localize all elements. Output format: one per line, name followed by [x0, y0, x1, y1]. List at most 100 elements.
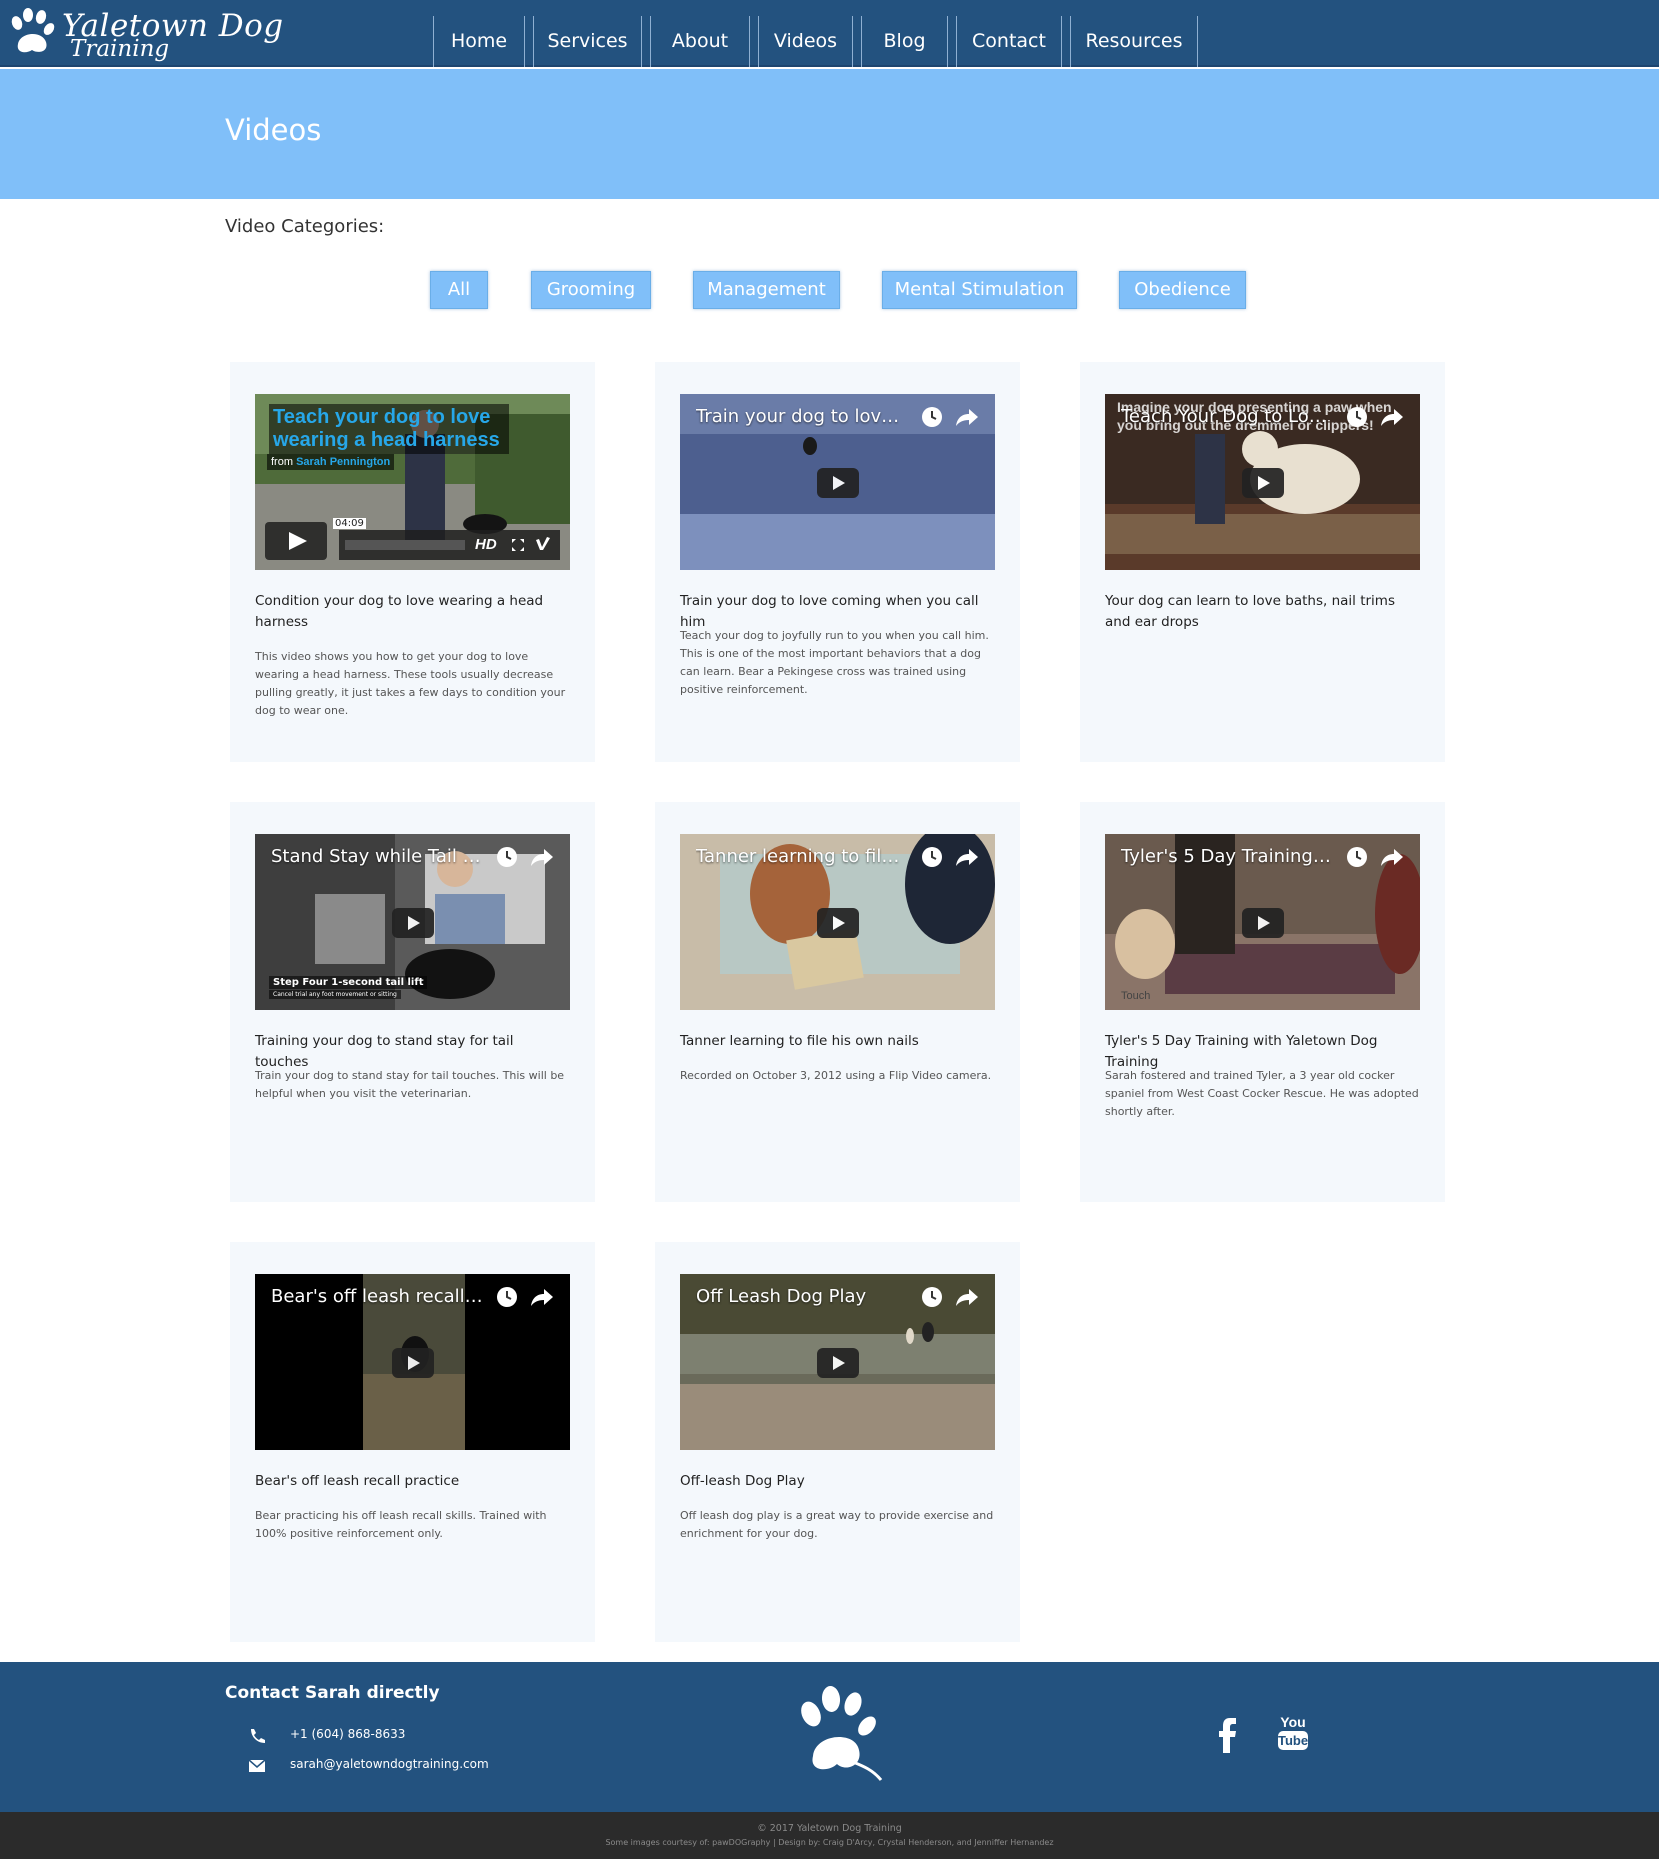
share-icon[interactable]	[1380, 406, 1404, 428]
video-card-title: Your dog can learn to love baths, nail t…	[1105, 593, 1395, 630]
video-overlay-caption: Step Four 1-second tail lift	[269, 976, 428, 989]
nav-videos[interactable]: Videos	[758, 16, 853, 67]
watch-later-icon[interactable]	[921, 846, 943, 868]
video-player-youtube[interactable]: Tyler's 5 Day Training with... Touch	[1105, 834, 1420, 1010]
video-card: Tanner learning to file his... Tanner le…	[655, 802, 1020, 1202]
watch-later-icon[interactable]	[496, 846, 518, 868]
play-button[interactable]	[1242, 908, 1284, 938]
video-card-description: This video shows you how to get your dog…	[255, 650, 566, 717]
video-player-youtube[interactable]: Bear's off leash recall pra...	[255, 1274, 570, 1450]
fullscreen-icon[interactable]	[511, 538, 525, 552]
video-player-youtube[interactable]: Train your dog to love co...	[680, 394, 995, 570]
video-player-youtube[interactable]: Imagine your dog presenting a paw when y…	[1105, 394, 1420, 570]
video-card-description: Train your dog to stand stay for tail to…	[255, 1069, 565, 1100]
video-card: Stand Stay while Tail is h... Step Four …	[230, 802, 595, 1202]
watch-later-icon[interactable]	[1346, 846, 1368, 868]
vimeo-hd-toggle[interactable]: HD	[475, 536, 497, 553]
video-card-description: Sarah fostered and trained Tyler, a 3 ye…	[1105, 1069, 1419, 1118]
share-icon[interactable]	[530, 1286, 554, 1308]
filter-management-button[interactable]: Management	[693, 271, 840, 309]
watch-later-icon[interactable]	[921, 1286, 943, 1308]
youtube-icon[interactable]: You Tube	[1275, 1714, 1311, 1754]
filter-obedience-button[interactable]: Obedience	[1119, 271, 1246, 309]
play-button[interactable]	[817, 468, 859, 498]
filter-mental-stimulation-button[interactable]: Mental Stimulation	[882, 271, 1077, 309]
youtube-video-title[interactable]: Bear's off leash recall pra...	[271, 1286, 483, 1307]
nav-home[interactable]: Home	[433, 16, 525, 67]
credits-text: Some images courtesy of: pawDOGraphy | D…	[0, 1838, 1659, 1847]
share-icon[interactable]	[955, 1286, 979, 1308]
page-title: Videos	[225, 113, 322, 147]
video-player-youtube[interactable]: Off Leash Dog Play	[680, 1274, 995, 1450]
video-card-title: Off-leash Dog Play	[680, 1473, 805, 1489]
footer: Contact Sarah directly +1 (604) 868-8633…	[0, 1662, 1659, 1812]
vimeo-play-button[interactable]	[265, 522, 327, 560]
footer-phone[interactable]: +1 (604) 868-8633	[290, 1727, 405, 1741]
share-icon[interactable]	[530, 846, 554, 868]
vimeo-from-label: from	[271, 456, 293, 468]
youtube-video-title[interactable]: Train your dog to love co...	[696, 406, 908, 427]
video-card: Train your dog to love co... Train your …	[655, 362, 1020, 762]
vimeo-byline: from Sarah Pennington	[267, 454, 395, 470]
video-card-description: Teach your dog to joyfully run to you wh…	[680, 629, 989, 696]
video-player-youtube[interactable]: Stand Stay while Tail is h... Step Four …	[255, 834, 570, 1010]
watch-later-icon[interactable]	[1346, 406, 1368, 428]
video-card: Tyler's 5 Day Training with... Touch Tyl…	[1080, 802, 1445, 1202]
site-logo[interactable]: Yaletown Dog Training	[8, 6, 283, 62]
credits-prefix: Some images courtesy of:	[605, 1838, 710, 1847]
video-player-youtube[interactable]: Tanner learning to file his...	[680, 834, 995, 1010]
nav-about[interactable]: About	[650, 16, 750, 67]
vimeo-author-link[interactable]: Sarah Pennington	[296, 456, 390, 468]
page-title-band: Videos	[0, 69, 1659, 199]
video-card: Off Leash Dog Play Off-leash Dog Play Of…	[655, 1242, 1020, 1642]
video-card-description: Recorded on October 3, 2012 using a Flip…	[680, 1069, 992, 1082]
vimeo-logo-icon[interactable]	[535, 535, 551, 551]
nav-services[interactable]: Services	[533, 16, 642, 67]
vimeo-video-title[interactable]: Teach your dog to love wearing a head ha…	[269, 404, 509, 454]
video-player-vimeo[interactable]: Teach your dog to love wearing a head ha…	[255, 394, 570, 570]
play-button[interactable]	[1242, 468, 1284, 498]
credits-design-label: | Design by:	[772, 1838, 821, 1847]
youtube-video-title[interactable]: Tanner learning to file his...	[696, 846, 908, 867]
nav-resources[interactable]: Resources	[1070, 16, 1198, 67]
video-card: Imagine your dog presenting a paw when y…	[1080, 362, 1445, 762]
footer-bottom-bar: © 2017 Yaletown Dog Training Some images…	[0, 1812, 1659, 1859]
youtube-video-title[interactable]: Off Leash Dog Play	[696, 1286, 908, 1307]
share-icon[interactable]	[955, 846, 979, 868]
youtube-video-title[interactable]: Tyler's 5 Day Training with...	[1121, 846, 1333, 867]
play-button[interactable]	[392, 908, 434, 938]
footer-paw-logo-icon	[801, 1686, 883, 1781]
play-button[interactable]	[817, 1348, 859, 1378]
vimeo-progress-track[interactable]	[345, 540, 465, 550]
video-card-description: Bear practicing his off leash recall ski…	[255, 1509, 547, 1540]
facebook-icon[interactable]	[1213, 1717, 1243, 1753]
credits-names: Craig D'Arcy, Crystal Henderson, and Jen…	[822, 1838, 1054, 1847]
play-button[interactable]	[817, 908, 859, 938]
filter-grooming-button[interactable]: Grooming	[531, 271, 651, 309]
share-icon[interactable]	[955, 406, 979, 428]
youtube-video-title[interactable]: Teach Your Dog to Love N...	[1121, 406, 1333, 427]
top-navbar: Yaletown Dog Training Home Services Abou…	[0, 0, 1659, 67]
video-card-title: Tanner learning to file his own nails	[680, 1033, 919, 1049]
logo-text-line2: Training	[70, 36, 170, 62]
play-button[interactable]	[392, 1348, 434, 1378]
main-nav: Home Services About Videos Blog Contact …	[433, 16, 1206, 67]
video-card-description: Off leash dog play is a great way to pro…	[680, 1509, 994, 1540]
nav-blog[interactable]: Blog	[861, 16, 948, 67]
email-icon	[248, 1759, 266, 1772]
footer-email[interactable]: sarah@yaletowndogtraining.com	[290, 1757, 489, 1771]
youtube-video-title[interactable]: Stand Stay while Tail is h...	[271, 846, 483, 867]
video-overlay-subcaption: Cancel trial any foot movement or sittin…	[269, 990, 401, 999]
nav-contact[interactable]: Contact	[956, 16, 1062, 67]
youtube-label-you: You	[1280, 1714, 1306, 1730]
youtube-label-tube: Tube	[1278, 1731, 1309, 1750]
watch-later-icon[interactable]	[496, 1286, 518, 1308]
vimeo-duration: 04:09	[333, 518, 366, 529]
filter-all-button[interactable]: All	[430, 271, 488, 309]
credits-source-link[interactable]: pawDOGraphy	[712, 1838, 770, 1847]
categories-label: Video Categories:	[225, 216, 385, 237]
watch-later-icon[interactable]	[921, 406, 943, 428]
share-icon[interactable]	[1380, 846, 1404, 868]
footer-contact-heading: Contact Sarah directly	[225, 1683, 440, 1703]
copyright-text: © 2017 Yaletown Dog Training	[757, 1823, 902, 1834]
